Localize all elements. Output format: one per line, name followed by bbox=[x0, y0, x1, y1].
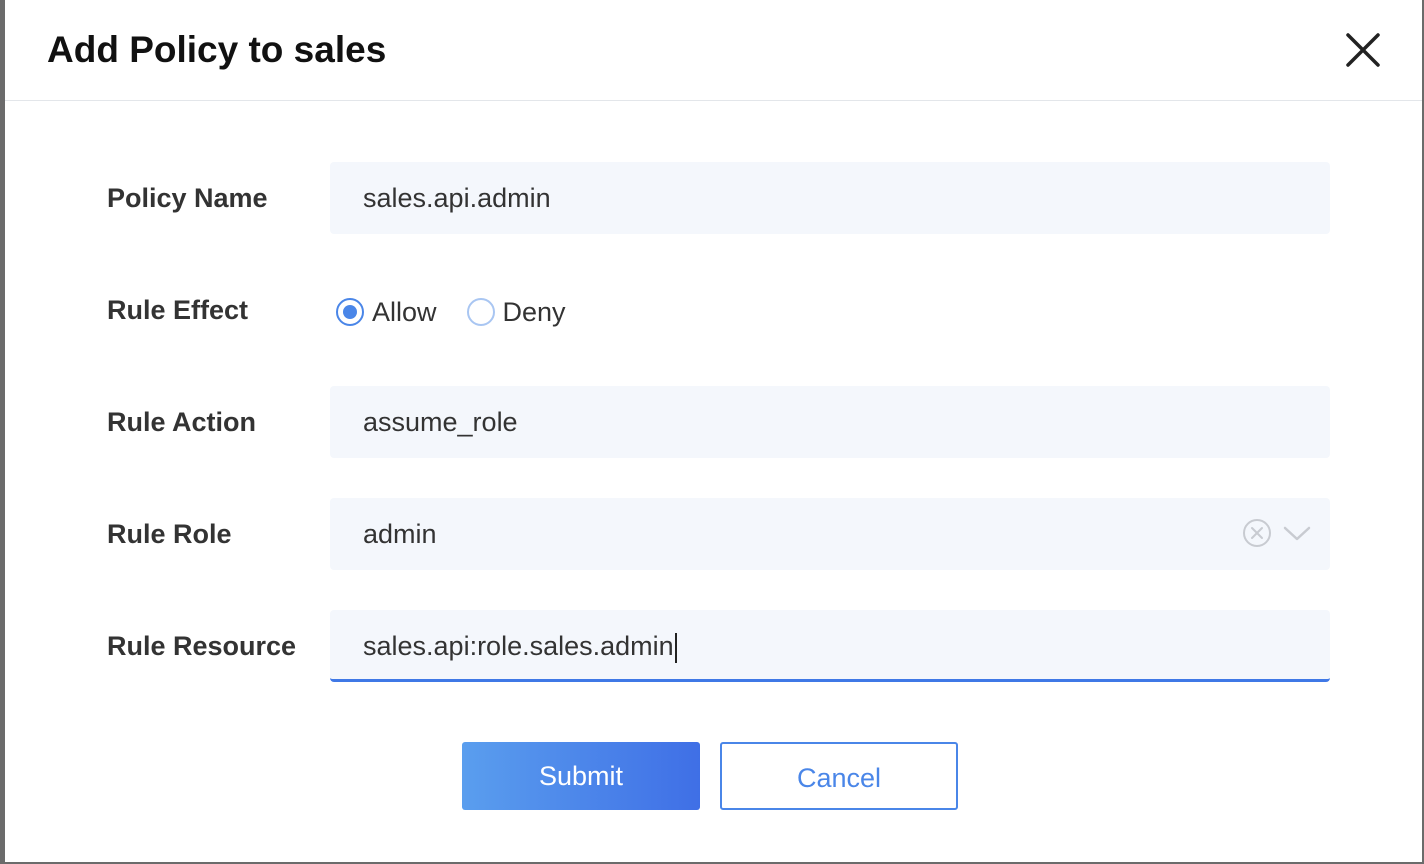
rule-action-input[interactable]: assume_role bbox=[330, 386, 1330, 458]
dialog-title: Add Policy to sales bbox=[47, 29, 387, 70]
rule-role-select[interactable]: admin bbox=[330, 498, 1330, 570]
rule-role-row: Rule Role admin bbox=[5, 498, 1422, 570]
rule-role-value: admin bbox=[363, 519, 437, 549]
radio-deny[interactable]: Deny bbox=[466, 296, 566, 328]
close-button[interactable] bbox=[1343, 30, 1383, 70]
rule-role-label: Rule Role bbox=[107, 519, 232, 549]
submit-button[interactable]: Submit bbox=[462, 742, 700, 810]
rule-effect-radio-group: Allow Deny bbox=[336, 276, 596, 348]
policy-name-row: Policy Name sales.api.admin bbox=[5, 162, 1422, 234]
cancel-button[interactable]: Cancel bbox=[720, 742, 958, 810]
close-icon bbox=[1346, 33, 1380, 67]
policy-name-input[interactable]: sales.api.admin bbox=[330, 162, 1330, 234]
radio-deny-unchecked-icon[interactable] bbox=[466, 298, 495, 326]
rule-resource-value: sales.api:role.sales.admin bbox=[363, 631, 674, 661]
chevron-down-icon[interactable] bbox=[1282, 518, 1312, 548]
radio-deny-label: Deny bbox=[502, 296, 566, 327]
rule-action-value: assume_role bbox=[363, 407, 518, 437]
rule-effect-label: Rule Effect bbox=[107, 295, 249, 325]
radio-allow-checked-icon[interactable] bbox=[336, 298, 364, 326]
rule-action-row: Rule Action assume_role bbox=[5, 386, 1422, 458]
select-icons bbox=[1242, 518, 1312, 548]
radio-allow[interactable]: Allow bbox=[336, 297, 437, 328]
rule-resource-input[interactable]: sales.api:role.sales.admin bbox=[330, 610, 1330, 682]
rule-action-label: Rule Action bbox=[107, 407, 257, 437]
dialog-header: Add Policy to sales bbox=[5, 0, 1422, 101]
radio-allow-label: Allow bbox=[372, 296, 437, 327]
policy-name-label: Policy Name bbox=[107, 183, 268, 213]
policy-name-value: sales.api.admin bbox=[363, 183, 551, 213]
clear-circle-icon[interactable] bbox=[1242, 518, 1272, 548]
rule-effect-row: Rule Effect Allow Deny bbox=[5, 276, 1422, 348]
rule-resource-value-wrap: sales.api:role.sales.admin bbox=[363, 610, 677, 682]
text-caret bbox=[674, 632, 677, 663]
add-policy-dialog: Add Policy to sales Policy Name sales.ap… bbox=[5, 0, 1422, 862]
rule-resource-label: Rule Resource bbox=[107, 631, 297, 661]
rule-resource-row: Rule Resource sales.api:role.sales.admin bbox=[5, 610, 1422, 682]
